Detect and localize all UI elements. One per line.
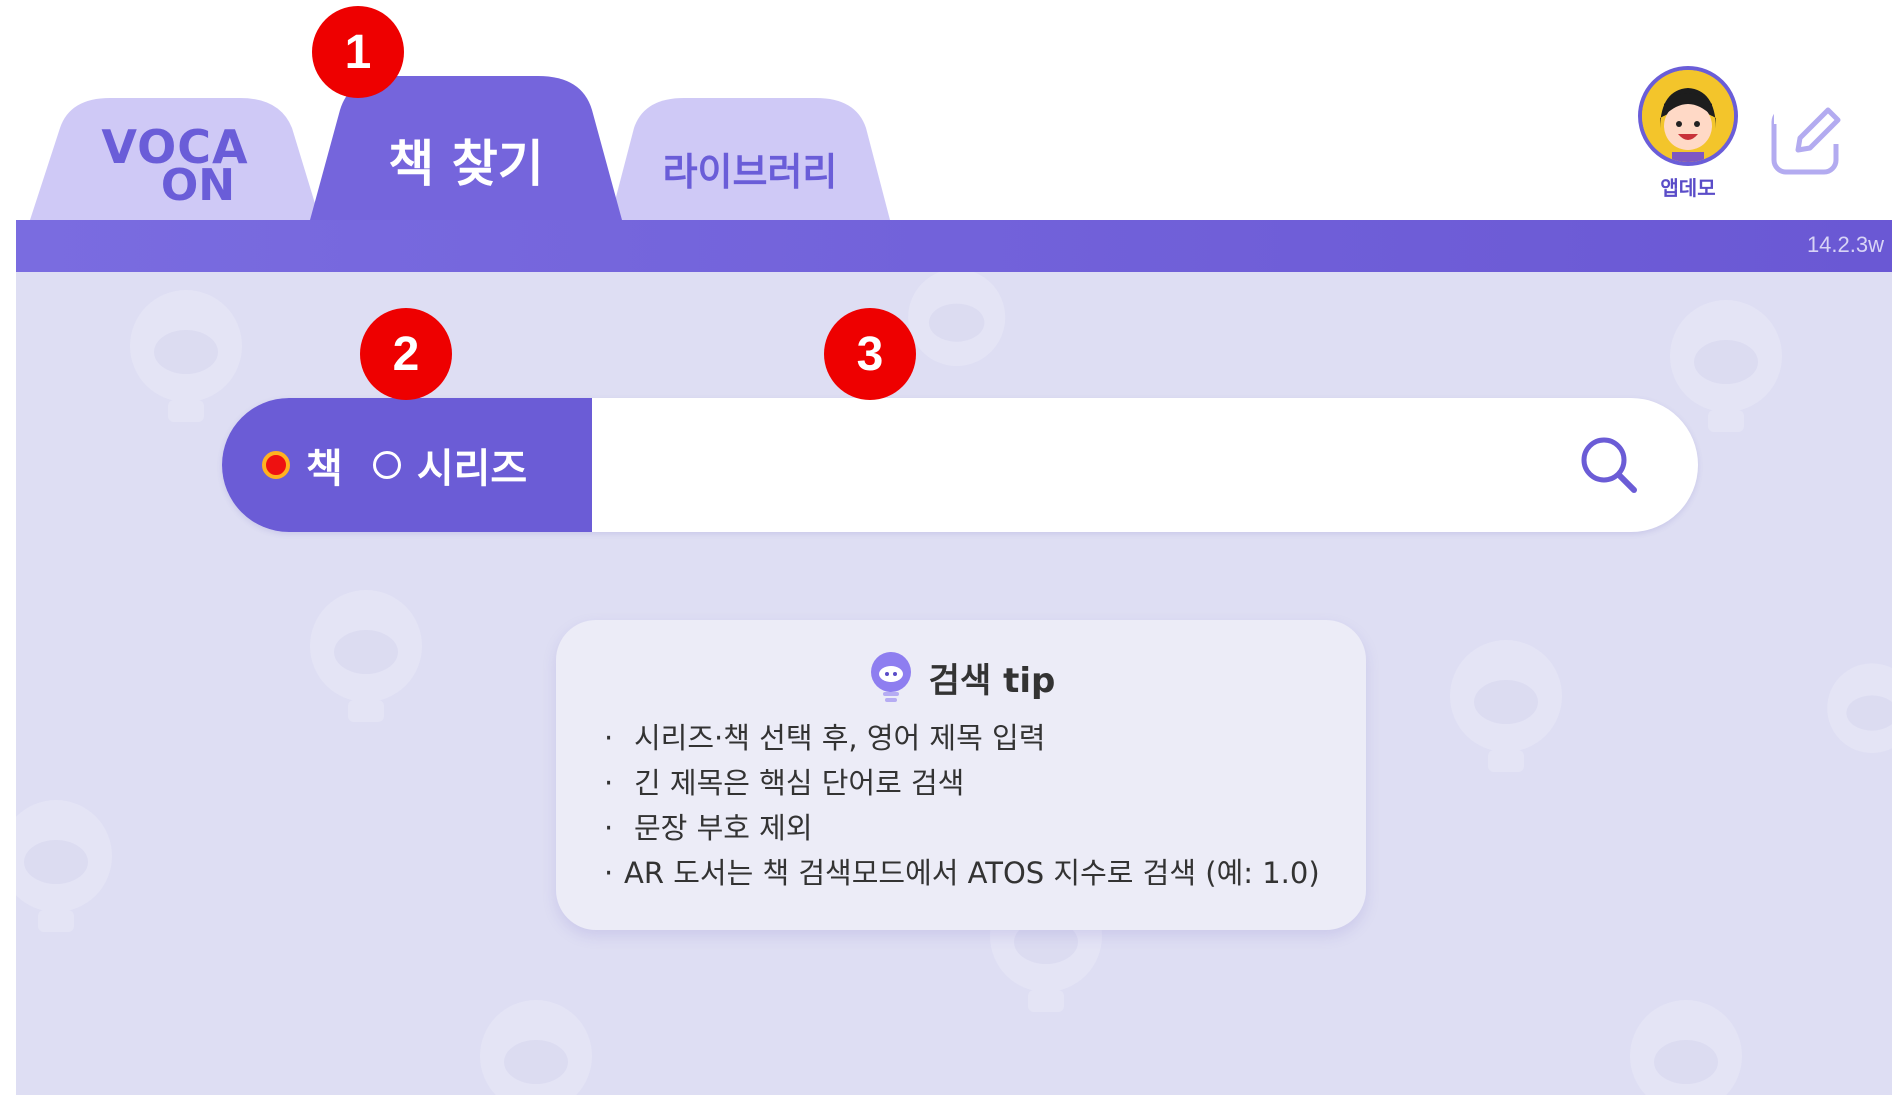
version-label: 14.2.3w [1806, 232, 1884, 257]
search-input[interactable] [612, 428, 1576, 504]
bullet: · [604, 811, 614, 845]
radio-series[interactable]: 시리즈 [372, 436, 527, 494]
mascot-bulb-icon [1630, 1000, 1742, 1095]
list-item: · AR 도서는 책 검색모드에서 ATOS 지수로 검색 (예: 1.0) [604, 851, 1320, 896]
voca-on-logo: VOCA ON [101, 124, 248, 208]
annotation-marker-1: 1 [312, 6, 404, 98]
search-icon[interactable] [1576, 432, 1642, 498]
tip-text: AR 도서는 책 검색모드에서 ATOS 지수로 검색 (예: 1.0) [624, 856, 1320, 890]
profile-name: 앱데모 [1660, 176, 1716, 200]
radio-series-label[interactable]: 시리즈 [417, 436, 527, 494]
mascot-bulb-icon [1450, 640, 1562, 772]
tip-list: · 시리즈·책 선택 후, 영어 제목 입력 · 긴 제목은 핵심 단어로 검색 ·… [604, 716, 1320, 896]
profile[interactable]: 앱데모 [1636, 66, 1740, 201]
list-item: · 시리즈·책 선택 후, 영어 제목 입력 [604, 716, 1320, 761]
radio-series-dot[interactable] [372, 451, 401, 479]
tip-title-text: 검색 tip [928, 660, 1056, 701]
list-item: · 문장 부호 제외 [604, 806, 1320, 851]
logo-line-on: ON [160, 160, 236, 211]
tip-title: 검색 tip [556, 650, 1366, 704]
tab-library-label: 라이브러리 [662, 149, 838, 194]
tip-text: 문장 부호 제외 [634, 811, 813, 845]
search-mode-selector: 책 시리즈 [222, 398, 592, 532]
search-bar: 책 시리즈 [222, 398, 1698, 532]
tip-text: 긴 제목은 핵심 단어로 검색 [634, 766, 965, 800]
radio-book-dot[interactable] [262, 451, 290, 479]
bullet: · [604, 721, 614, 755]
annotation-marker-3: 3 [824, 308, 916, 400]
list-item: · 긴 제목은 핵심 단어로 검색 [604, 761, 1320, 806]
avatar-face-icon [1642, 70, 1734, 162]
tip-text: 시리즈·책 선택 후, 영어 제목 입력 [634, 721, 1046, 755]
app-window: VOCA ON 라이브러리 책 찾기 앱데모 14.2.3w 책 시리즈 검색 … [0, 0, 1892, 1095]
mascot-bulb-icon [16, 800, 112, 932]
tab-library[interactable]: 라이브러리 [610, 98, 890, 220]
radio-book-label[interactable]: 책 [306, 436, 343, 494]
avatar[interactable] [1638, 66, 1738, 166]
edit-icon [1771, 104, 1846, 175]
search-tip-card: 검색 tip · 시리즈·책 선택 후, 영어 제목 입력 · 긴 제목은 핵심 단… [556, 620, 1366, 930]
bullet: · [604, 856, 614, 890]
mascot-bulb-icon [480, 1000, 592, 1095]
mascot-bulb-icon [1827, 663, 1892, 753]
tab-find-book-label: 책 찾기 [388, 135, 544, 193]
bullet: · [604, 766, 614, 800]
mascot-bulb-icon [310, 590, 422, 722]
tab-voca-on[interactable]: VOCA ON [30, 98, 320, 220]
annotation-marker-2: 2 [360, 308, 452, 400]
header-band: 14.2.3w [16, 220, 1892, 272]
mascot-bulb-icon [870, 652, 911, 702]
edit-button[interactable] [1770, 100, 1846, 176]
radio-book[interactable]: 책 [262, 436, 343, 494]
